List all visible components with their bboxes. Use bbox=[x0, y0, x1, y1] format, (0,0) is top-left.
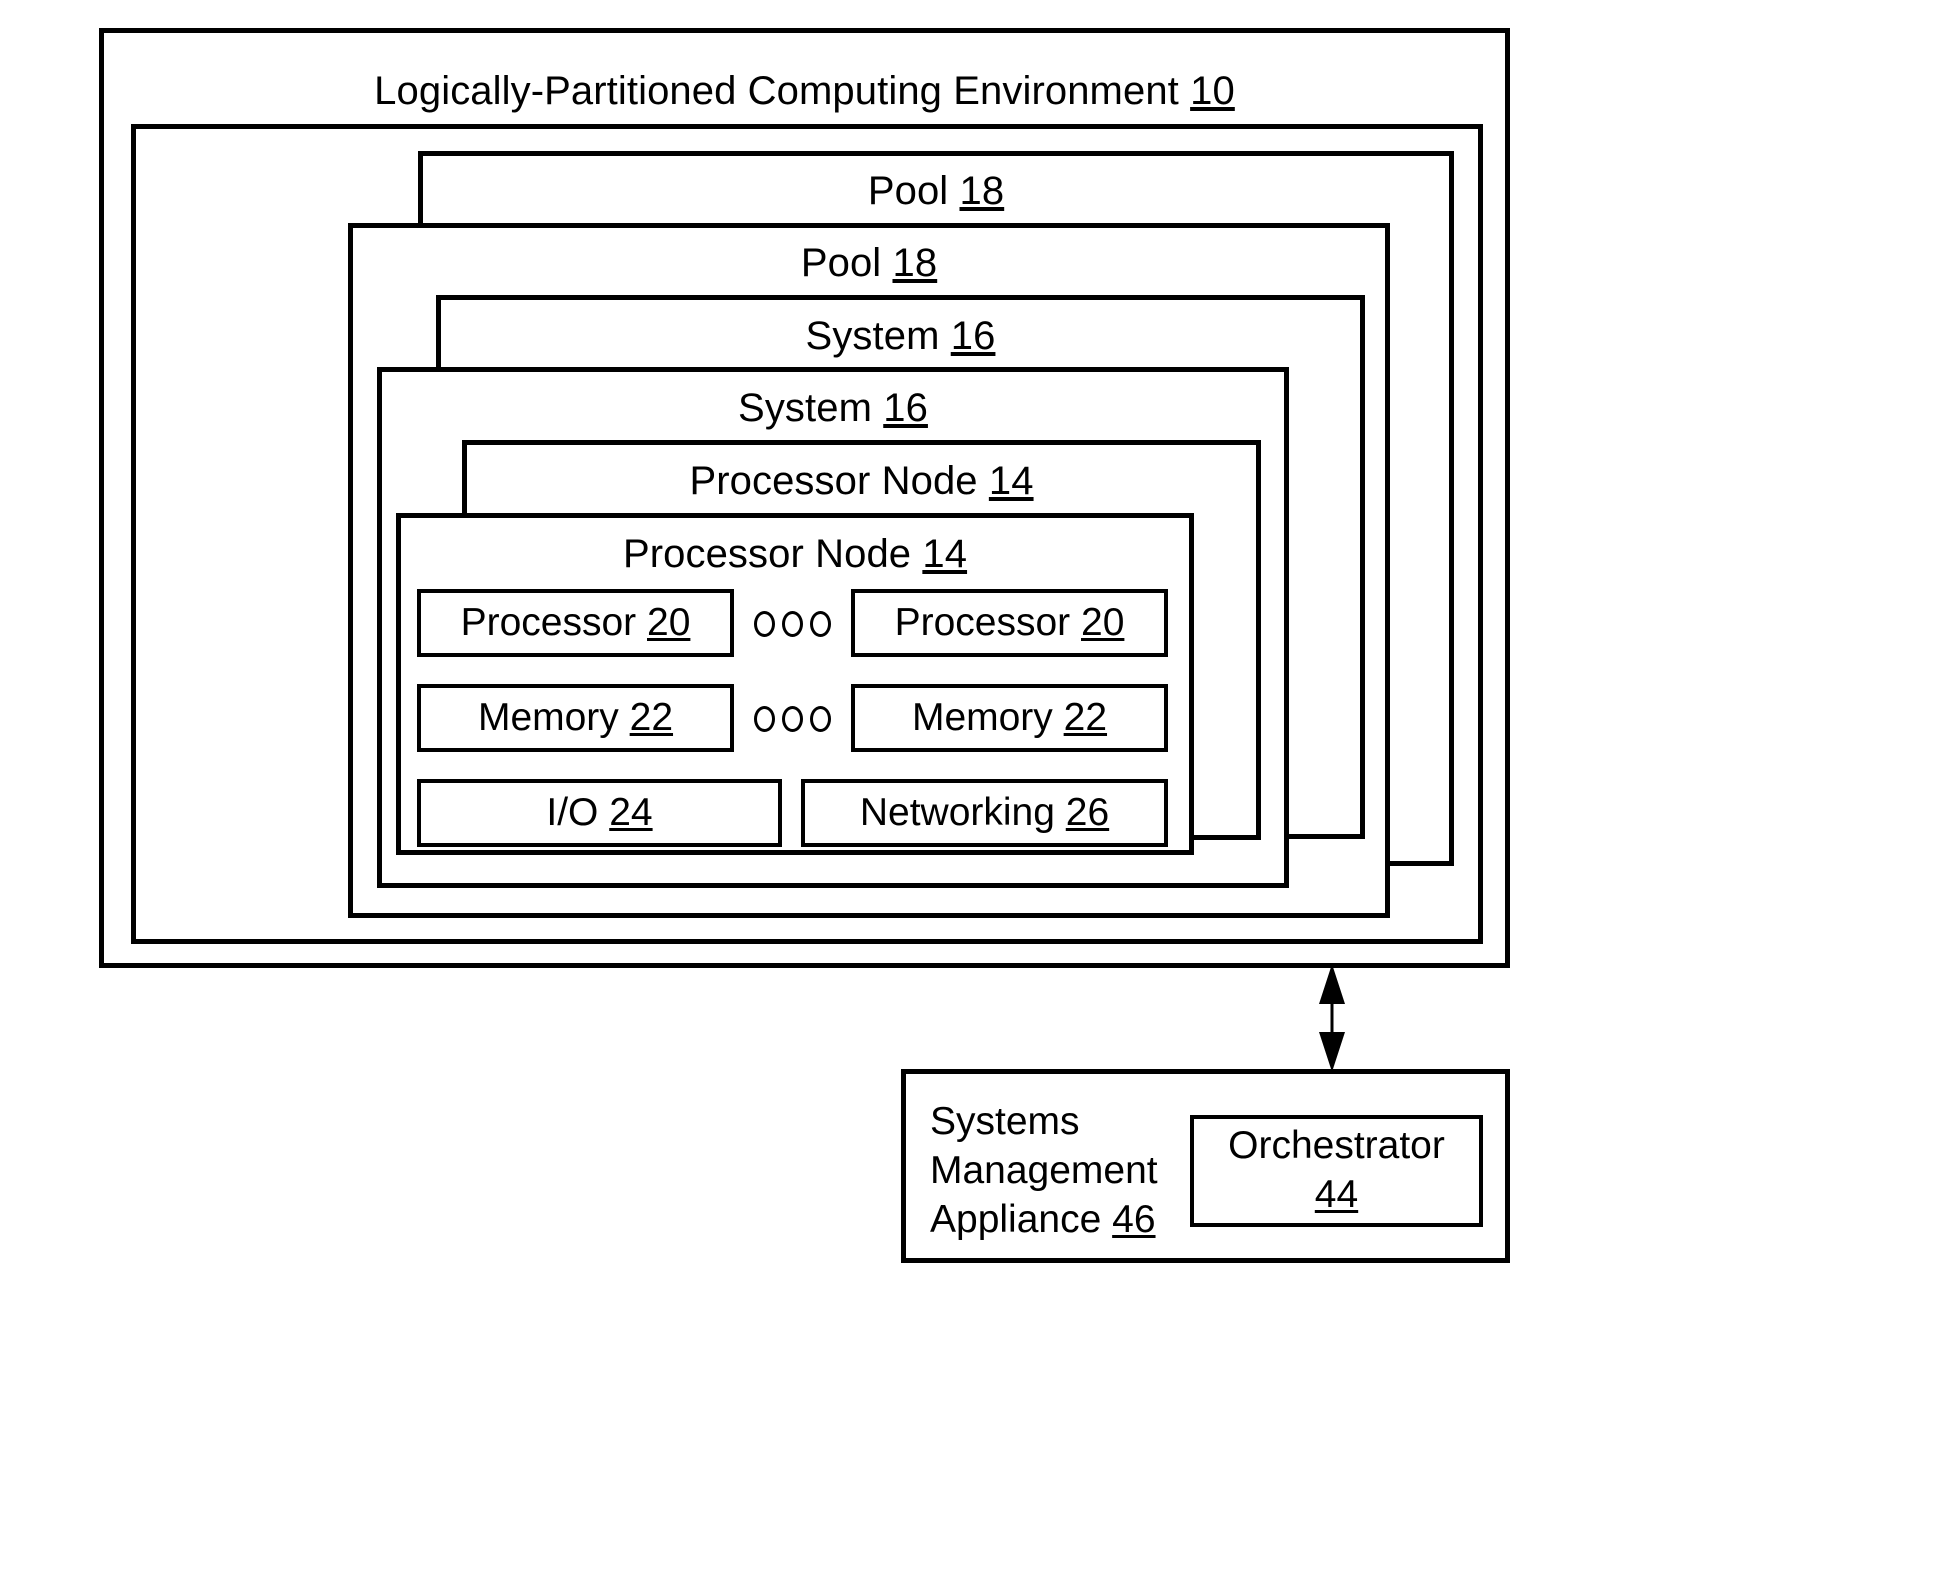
processor-node-outer-title: Processor Node 14 bbox=[467, 461, 1256, 501]
system-outer-ref: 16 bbox=[950, 314, 996, 358]
networking-box: Networking 26 bbox=[801, 779, 1168, 847]
circle-icon bbox=[809, 706, 831, 732]
memory-left-text: Memory 22 bbox=[477, 696, 674, 739]
pool-inner-ref: 18 bbox=[892, 241, 938, 285]
pool-inner-title: Pool 18 bbox=[353, 243, 1385, 283]
processor-right-text: Processor 20 bbox=[894, 601, 1125, 644]
circle-icon bbox=[781, 706, 803, 732]
memory-left-box: Memory 22 bbox=[417, 684, 734, 752]
circle-icon bbox=[753, 611, 775, 637]
system-inner-title: System 16 bbox=[382, 388, 1284, 428]
three-circles-ellipsis-icon-memories bbox=[740, 705, 844, 733]
orchestrator-ref: 44 bbox=[1314, 1173, 1359, 1216]
processor-node-outer-ref: 14 bbox=[988, 459, 1034, 503]
memory-right-text: Memory 22 bbox=[911, 696, 1108, 739]
systems-management-appliance-label: Systems Management Appliance 46 bbox=[930, 1098, 1158, 1244]
processor-node-inner-label: Processor Node bbox=[622, 532, 923, 576]
environment-ref: 10 bbox=[1190, 69, 1235, 113]
circle-icon bbox=[753, 706, 775, 732]
networking-text: Networking 26 bbox=[859, 791, 1110, 834]
appliance-ref: 46 bbox=[1112, 1197, 1156, 1241]
appliance-line-3: Appliance 46 bbox=[930, 1197, 1156, 1241]
io-box: I/O 24 bbox=[417, 779, 782, 847]
processor-node-inner-title: Processor Node 14 bbox=[401, 534, 1189, 574]
processor-left-box: Processor 20 bbox=[417, 589, 734, 657]
processor-node-outer-label: Processor Node bbox=[689, 459, 989, 503]
system-inner-ref: 16 bbox=[883, 386, 928, 430]
system-inner-label: System bbox=[738, 386, 884, 430]
systems-management-appliance-box: Systems Management Appliance 46 Orchestr… bbox=[901, 1069, 1510, 1263]
pool-outer-label: Pool bbox=[867, 169, 960, 213]
memory-right-box: Memory 22 bbox=[851, 684, 1168, 752]
three-circles-ellipsis-icon-processors bbox=[740, 610, 844, 638]
pool-outer-title: Pool 18 bbox=[423, 171, 1449, 211]
processor-right-box: Processor 20 bbox=[851, 589, 1168, 657]
circle-icon bbox=[809, 611, 831, 637]
environment-label: Logically-Partitioned Computing Environm… bbox=[374, 69, 1191, 113]
pool-inner-label: Pool bbox=[800, 241, 893, 285]
processor-left-text: Processor 20 bbox=[460, 601, 691, 644]
pool-outer-ref: 18 bbox=[959, 169, 1005, 213]
environment-title: Logically-Partitioned Computing Environm… bbox=[104, 71, 1505, 111]
circle-icon bbox=[781, 611, 803, 637]
system-outer-title: System 16 bbox=[441, 316, 1360, 356]
bidirectional-arrow-icon bbox=[1319, 964, 1345, 1072]
figure-canvas: Logically-Partitioned Computing Environm… bbox=[0, 0, 1952, 1591]
appliance-line-2: Management bbox=[930, 1148, 1158, 1192]
orchestrator-label: Orchestrator bbox=[1228, 1124, 1445, 1168]
system-outer-label: System bbox=[805, 314, 951, 358]
io-text: I/O 24 bbox=[546, 791, 653, 834]
processor-node-inner-ref: 14 bbox=[922, 532, 968, 576]
orchestrator-box: Orchestrator 44 bbox=[1190, 1115, 1483, 1227]
appliance-line-1: Systems bbox=[930, 1100, 1080, 1143]
